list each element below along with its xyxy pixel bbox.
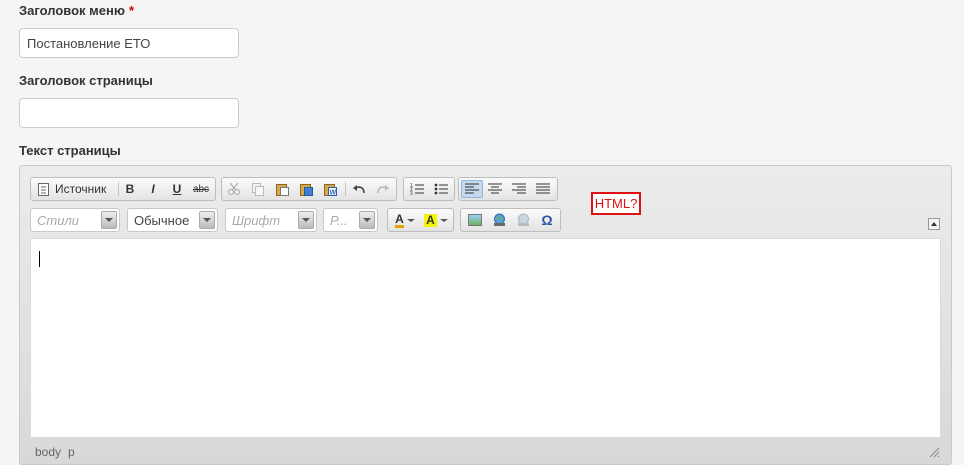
align-justify-icon[interactable] [533, 180, 553, 198]
text-color-icon: A [395, 211, 404, 228]
chevron-down-icon [406, 218, 415, 222]
element-path-body[interactable]: body [35, 445, 61, 459]
menu-title-input[interactable] [19, 28, 239, 58]
image-icon [468, 214, 482, 226]
underline-button[interactable]: U [167, 180, 187, 198]
text-color-button[interactable]: A [391, 211, 419, 229]
paste-icon[interactable] [272, 180, 292, 198]
strikethrough-button[interactable]: abc [191, 180, 211, 198]
chevron-up-icon [931, 222, 937, 226]
menu-title-label: Заголовок меню * [19, 3, 135, 18]
source-label: Источник [55, 182, 107, 196]
styles-placeholder: Стили [37, 213, 80, 228]
chevron-down-icon [298, 211, 314, 229]
document-icon [38, 182, 49, 196]
toolbar-group-clipboard: W [221, 177, 397, 201]
chevron-down-icon [439, 218, 448, 222]
toolbar-group-lists: 123 [403, 177, 455, 201]
italic-button[interactable]: I [143, 180, 163, 198]
source-button[interactable]: Источник [34, 180, 116, 198]
size-dropdown[interactable]: Р... [323, 208, 378, 232]
paste-word-icon[interactable]: W [320, 180, 340, 198]
page-title-input[interactable] [19, 98, 239, 128]
bold-button[interactable]: B [120, 180, 140, 198]
toolbar-group-document: Источник B I U abc [30, 177, 216, 201]
page-title-label: Заголовок страницы [19, 73, 153, 88]
format-value: Обычное [134, 213, 190, 228]
styles-dropdown[interactable]: Стили [30, 208, 120, 232]
chevron-down-icon [359, 211, 375, 229]
page-text-label: Текст страницы [19, 143, 121, 158]
redo-icon[interactable] [373, 180, 393, 198]
html-help-link[interactable]: HTML? [591, 192, 641, 215]
collapse-toolbar-button[interactable] [928, 218, 940, 230]
background-color-button[interactable]: A [422, 211, 450, 229]
bulleted-list-icon[interactable] [431, 180, 451, 198]
paste-text-icon[interactable] [296, 180, 316, 198]
toolbar-group-insert: Ω [460, 208, 561, 232]
svg-text:W: W [330, 190, 337, 197]
editor-content-area[interactable] [30, 238, 941, 438]
cut-icon[interactable] [224, 180, 244, 198]
element-path-p[interactable]: p [68, 445, 75, 459]
omega-icon: Ω [541, 212, 553, 228]
resize-grip-icon[interactable] [928, 446, 940, 458]
background-color-icon: A [424, 212, 437, 227]
font-placeholder: Шрифт [232, 213, 281, 228]
toolbar-group-colors: A A [387, 208, 454, 232]
copy-icon[interactable] [248, 180, 268, 198]
text-caret [39, 251, 40, 267]
chevron-down-icon [101, 211, 117, 229]
undo-icon[interactable] [349, 180, 369, 198]
format-dropdown[interactable]: Обычное [127, 208, 218, 232]
toolbar-separator [118, 182, 119, 196]
align-right-icon[interactable] [509, 180, 529, 198]
svg-text:3: 3 [410, 191, 413, 196]
insert-link-button[interactable] [489, 211, 509, 229]
unlink-icon [517, 213, 529, 226]
align-center-icon[interactable] [485, 180, 505, 198]
font-dropdown[interactable]: Шрифт [225, 208, 317, 232]
toolbar-group-align [458, 177, 558, 201]
unlink-button[interactable] [513, 211, 533, 229]
chevron-down-icon [199, 211, 215, 229]
numbered-list-icon[interactable]: 123 [407, 180, 427, 198]
link-icon [493, 213, 505, 226]
toolbar-separator [345, 182, 346, 196]
size-placeholder: Р... [330, 213, 348, 228]
required-asterisk: * [128, 3, 135, 18]
insert-image-button[interactable] [465, 211, 485, 229]
align-left-icon[interactable] [461, 180, 483, 198]
special-character-button[interactable]: Ω [537, 211, 557, 229]
